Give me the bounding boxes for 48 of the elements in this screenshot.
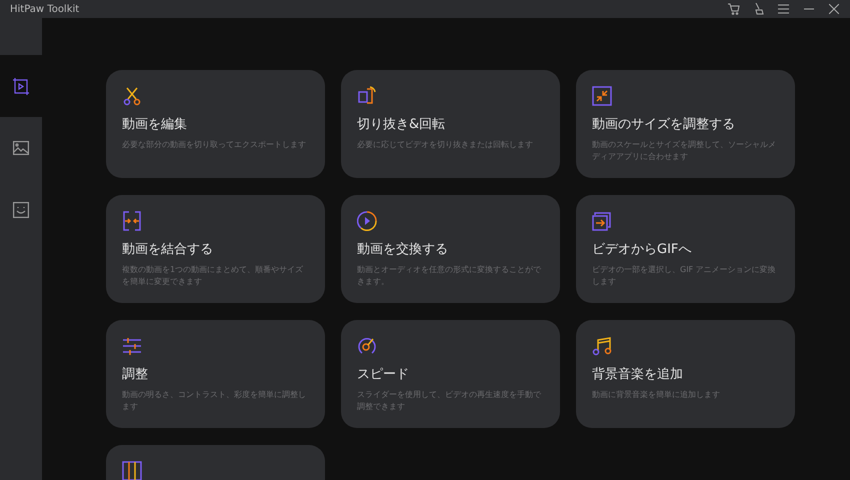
card-description: 動画のスケールとサイズを調整して、ソーシャルメディアアプリに合わせます [592, 139, 777, 163]
speedometer-icon [357, 336, 377, 356]
card-title: ビデオからGIFへ [592, 241, 692, 258]
merge-icon [122, 211, 142, 231]
sidebar-tab[interactable] [0, 55, 42, 117]
card-description: 必要な部分の動画を切り取ってエクスポートします [122, 139, 307, 151]
tool-card[interactable]: 背景音楽を追加 動画に背景音楽を簡単に追加します [576, 320, 795, 428]
card-description: 必要に応じてビデオを切り抜きまたは回転します [357, 139, 534, 151]
video-crop-icon [13, 78, 29, 94]
layers-arrow-icon [592, 211, 612, 231]
card-title: スピード [357, 366, 410, 383]
tool-card[interactable]: 動画を結合する 複数の動画を1つの動画にまとめて、順番やサイズを簡単に変更できます [106, 195, 325, 303]
minimize-icon [804, 8, 814, 10]
card-title: 調整 [122, 366, 149, 383]
music-note-icon [592, 336, 612, 356]
card-description: 複数の動画を1つの動画にまとめて、順番やサイズを簡単に変更できます [122, 264, 304, 288]
cart-button[interactable] [727, 2, 740, 16]
cart-icon [728, 3, 740, 15]
window-title: HitPaw Toolkit [10, 4, 80, 14]
card-title: 動画のサイズを調整する [592, 116, 736, 133]
card-title: 背景音楽を追加 [592, 366, 684, 383]
scissors-icon [122, 86, 142, 106]
card-description: スライダーを使用して、ビデオの再生速度を手動で調整できます [357, 389, 542, 413]
columns-icon [122, 461, 142, 480]
sliders-icon [122, 336, 142, 356]
card-description: 動画の明るさ、コントラスト、彩度を簡単に調整します [122, 389, 307, 413]
card-description: 動画とオーディオを任意の形式に変換することができます。 [357, 264, 542, 288]
close-button[interactable] [827, 2, 840, 16]
convert-play-icon [357, 211, 377, 231]
menu-button[interactable] [777, 2, 790, 16]
menu-icon [778, 4, 789, 14]
image-icon [13, 141, 29, 155]
tool-card[interactable]: スピード スライダーを使用して、ビデオの再生速度を手動で調整できます [341, 320, 560, 428]
card-title: 動画を結合する [122, 241, 214, 258]
card-title: 切り抜き&回転 [357, 116, 446, 133]
tool-card[interactable]: 動画を編集 必要な部分の動画を切り取ってエクスポートします [106, 70, 325, 178]
rotate-crop-icon [357, 86, 377, 106]
close-icon [828, 4, 838, 14]
card-title: 動画を編集 [122, 116, 188, 133]
card-description: 動画に背景音楽を簡単に追加します [592, 389, 721, 401]
shrink-icon [592, 86, 612, 106]
brush-icon [754, 3, 764, 15]
card-title: 動画を交換する [357, 241, 449, 258]
tool-card[interactable]: 動画のサイズを調整する 動画のスケールとサイズを調整して、ソーシャルメディアアプリに合わせます [576, 70, 795, 178]
tool-card[interactable]: 調整 動画の明るさ、コントラスト、彩度を簡単に調整します [106, 320, 325, 428]
tool-card[interactable]: 切り抜き&回転 必要に応じてビデオを切り抜きまたは回転します [341, 70, 560, 178]
smiley-icon [13, 202, 29, 218]
tool-card[interactable]: 動画を交換する 動画とオーディオを任意の形式に変換することができます。 [341, 195, 560, 303]
